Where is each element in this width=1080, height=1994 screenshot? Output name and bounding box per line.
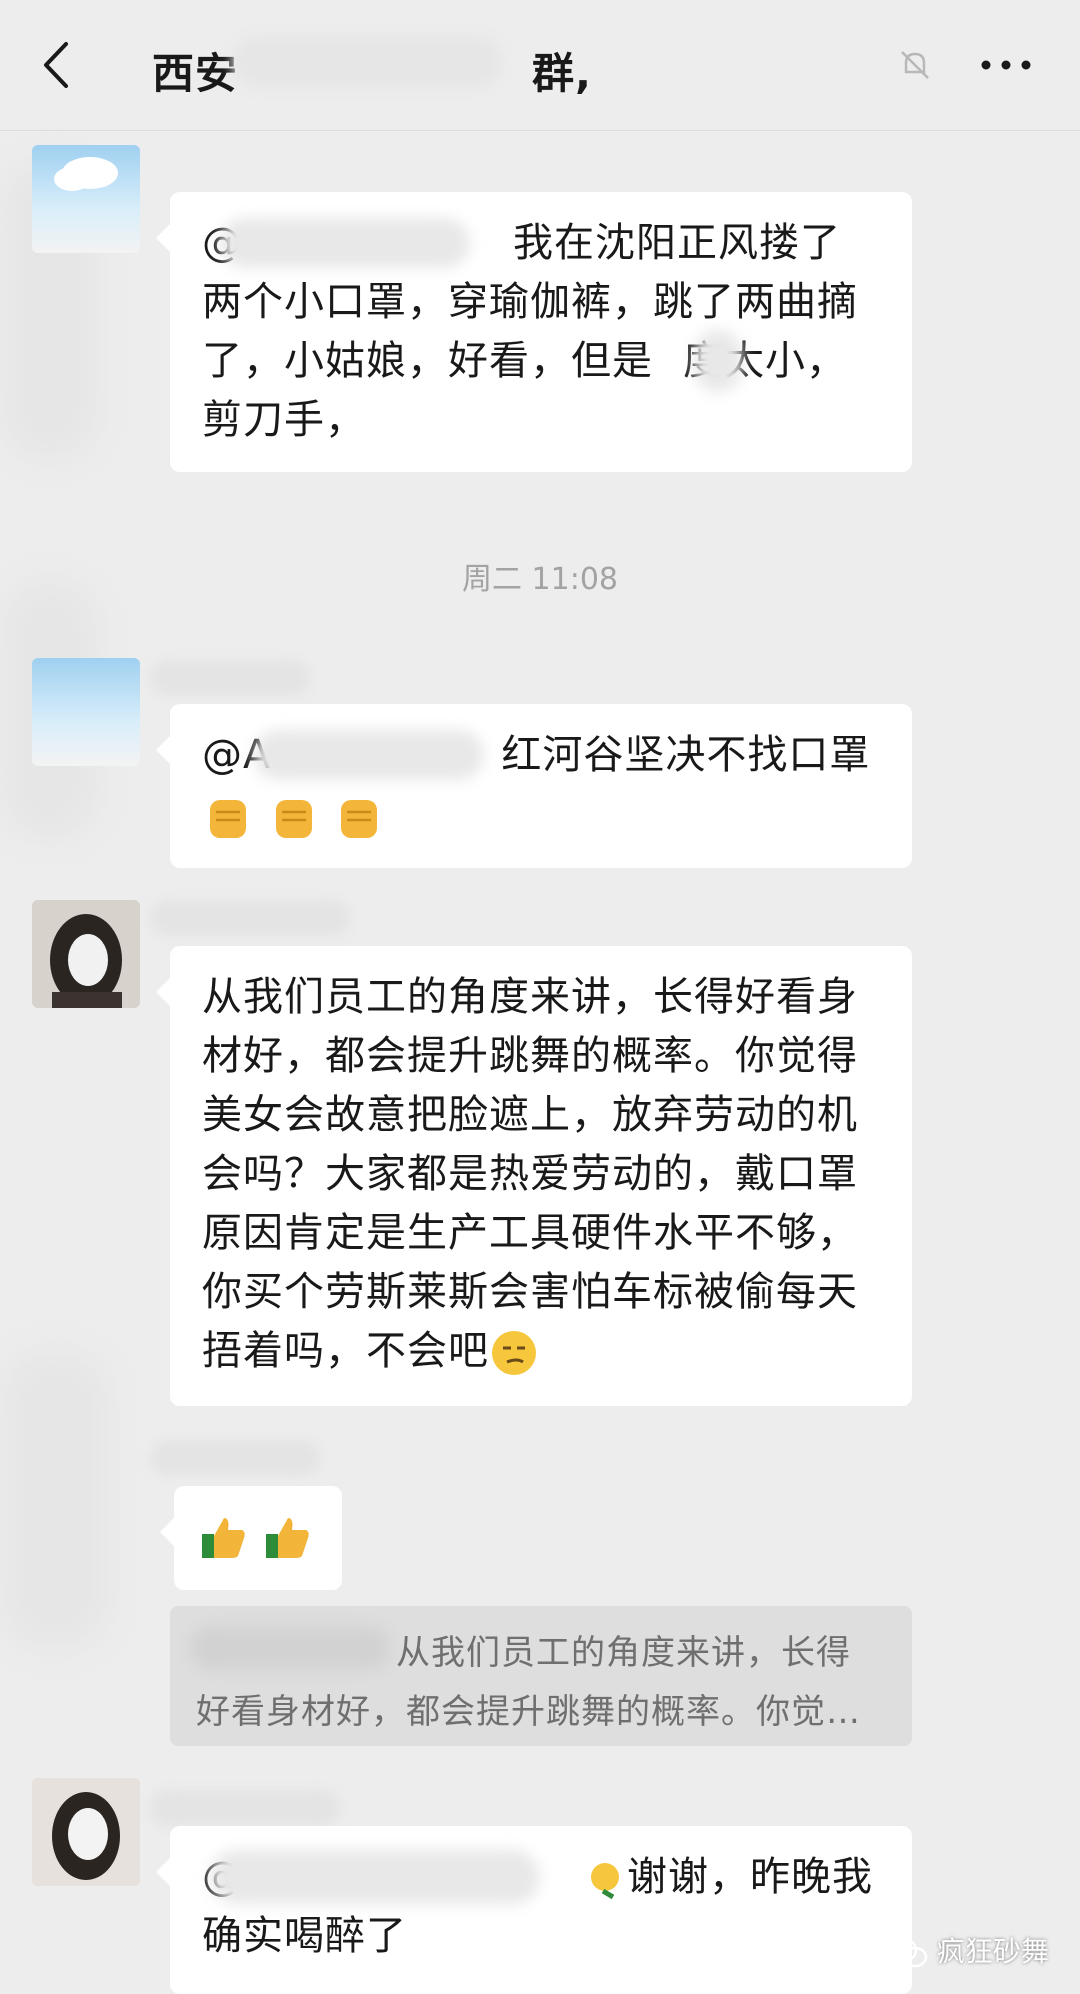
- mention-redaction: [210, 1850, 540, 1904]
- text-redaction: [694, 330, 742, 392]
- zipper-mouth-emoji: [591, 1863, 619, 1900]
- mute-bell-icon: [901, 51, 929, 79]
- thumbs-up-emoji: [202, 1518, 245, 1558]
- raised-fist-emoji: [275, 800, 312, 838]
- avatar[interactable]: [32, 1778, 140, 1886]
- person-photo: [50, 914, 122, 1008]
- message-timestamp: 周二 11:08: [462, 562, 618, 597]
- top-bar: 西安 群,: [0, 0, 1080, 131]
- sender-name: [150, 1440, 320, 1476]
- message-bubble[interactable]: 从我们员工的角度来讲，长得好看身材好，都会提升跳舞的概率。你觉得美女会故意把脸遮…: [156, 946, 912, 1406]
- chat-title-end: 群,: [532, 49, 592, 98]
- message-bubble[interactable]: @我在沈阳正风搂了两个小口罩，穿瑜伽裤，跳了两曲摘了，小姑娘，好看，但是度太小，…: [156, 192, 912, 472]
- avatar[interactable]: [32, 900, 140, 1008]
- title-redaction: [232, 36, 502, 88]
- mention-redaction: [220, 218, 470, 268]
- message-bubble[interactable]: @谢谢，昨晚我确实喝醉了: [156, 1826, 912, 1994]
- sender-name: [150, 1790, 340, 1826]
- avatar[interactable]: [32, 145, 140, 253]
- thumbs-up-emoji: [265, 1518, 309, 1558]
- raised-fist-emoji: [341, 800, 378, 838]
- message-bubble[interactable]: @A 红河谷坚决不找口罩: [156, 704, 912, 868]
- cloud-icon: [54, 157, 118, 191]
- sender-name: [150, 660, 310, 696]
- back-arrow-icon[interactable]: [36, 38, 80, 92]
- smirk-emoji: [492, 1331, 536, 1375]
- wechat-logo-icon: [888, 1937, 928, 1968]
- watermark: 疯狂砂舞: [888, 1930, 1049, 1970]
- quote-name-redaction: [190, 1626, 390, 1670]
- quote-text-line2: 好看身材好，都会提升跳舞的概率。你觉…: [196, 1692, 861, 1732]
- avatar[interactable]: [32, 658, 140, 766]
- message-bubble[interactable]: [160, 1486, 342, 1590]
- message-text: 从我们员工的角度来讲，长得好看身材好，都会提升跳舞的概率。你觉得美女会故意把脸遮…: [202, 974, 858, 1374]
- sender-name: [150, 900, 350, 936]
- privacy-blur: [0, 1350, 110, 1650]
- quoted-message[interactable]: 从我们员工的角度来讲，长得 好看身材好，都会提升跳舞的概率。你觉…: [170, 1606, 912, 1746]
- mention-redaction: [254, 730, 484, 780]
- more-dots-icon[interactable]: [978, 55, 1034, 75]
- raised-fist-emoji: [210, 800, 246, 838]
- message-text: 红河谷坚决不找口罩: [501, 732, 871, 778]
- quote-text-line1: 从我们员工的角度来讲，长得: [396, 1633, 851, 1673]
- chat-title-start: 西安: [152, 49, 239, 98]
- watermark-text: 疯狂砂舞: [936, 1935, 1049, 1968]
- person-photo: [32, 1778, 140, 1886]
